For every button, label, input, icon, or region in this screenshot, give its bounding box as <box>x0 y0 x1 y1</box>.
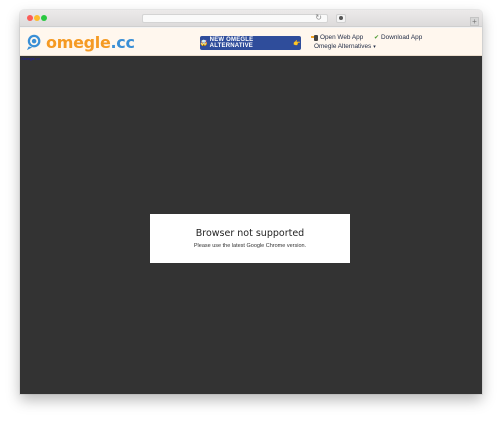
site-navbar: omegle.cc 🤯 NEW OMEGLE ALTERNATIVE 👉 Ope… <box>20 28 482 56</box>
phone-arrow-icon <box>311 34 318 41</box>
browser-titlebar: ↻ + <box>20 10 482 27</box>
omegle-alternatives-dropdown[interactable]: Omegle Alternatives ▾ <box>314 43 376 50</box>
logo-wordmark: omegle.cc <box>46 32 135 52</box>
cta-label: NEW OMEGLE ALTERNATIVE <box>209 37 254 49</box>
caret-down-icon: ▾ <box>373 43 376 50</box>
browser-not-supported-dialog: Browser not supported Please use the lat… <box>150 214 350 263</box>
extension-icon[interactable] <box>336 14 346 23</box>
page-content: Omegle.cc Browser not supported Please u… <box>20 56 482 394</box>
download-app-label: Download App <box>381 34 423 41</box>
minimize-window-button[interactable] <box>34 15 40 21</box>
close-window-button[interactable] <box>27 15 33 21</box>
browser-window: ↻ + omegle.cc 🤯 NEW OMEGLE ALTERNATIVE 👉… <box>20 10 482 394</box>
site-logo[interactable]: omegle.cc <box>26 31 135 53</box>
reload-icon[interactable]: ↻ <box>315 13 322 23</box>
pointing-hand-icon: 👉 <box>293 40 301 47</box>
address-bar[interactable]: ↻ <box>142 13 328 23</box>
maximize-window-button[interactable] <box>41 15 47 21</box>
chat-bubble-logo-icon <box>26 34 41 51</box>
dialog-title: Browser not supported <box>195 228 305 239</box>
nav-links: Open Web App ✔ Download App Omegle Alter… <box>311 32 474 54</box>
open-web-app-label: Open Web App <box>320 34 364 41</box>
checkmark-icon: ✔ <box>374 35 380 41</box>
corner-link[interactable]: Omegle.cc <box>21 56 40 61</box>
new-omegle-alternative-button[interactable]: 🤯 NEW OMEGLE ALTERNATIVE 👉 <box>200 36 301 50</box>
download-app-link[interactable]: ✔ Download App <box>374 34 422 41</box>
new-tab-button[interactable]: + <box>470 17 479 26</box>
dialog-message: Please use the latest Google Chrome vers… <box>193 243 307 249</box>
open-web-app-link[interactable]: Open Web App <box>311 34 364 41</box>
omegle-alternatives-label: Omegle Alternatives <box>314 43 372 50</box>
mind-blown-icon: 🤯 <box>200 40 208 47</box>
